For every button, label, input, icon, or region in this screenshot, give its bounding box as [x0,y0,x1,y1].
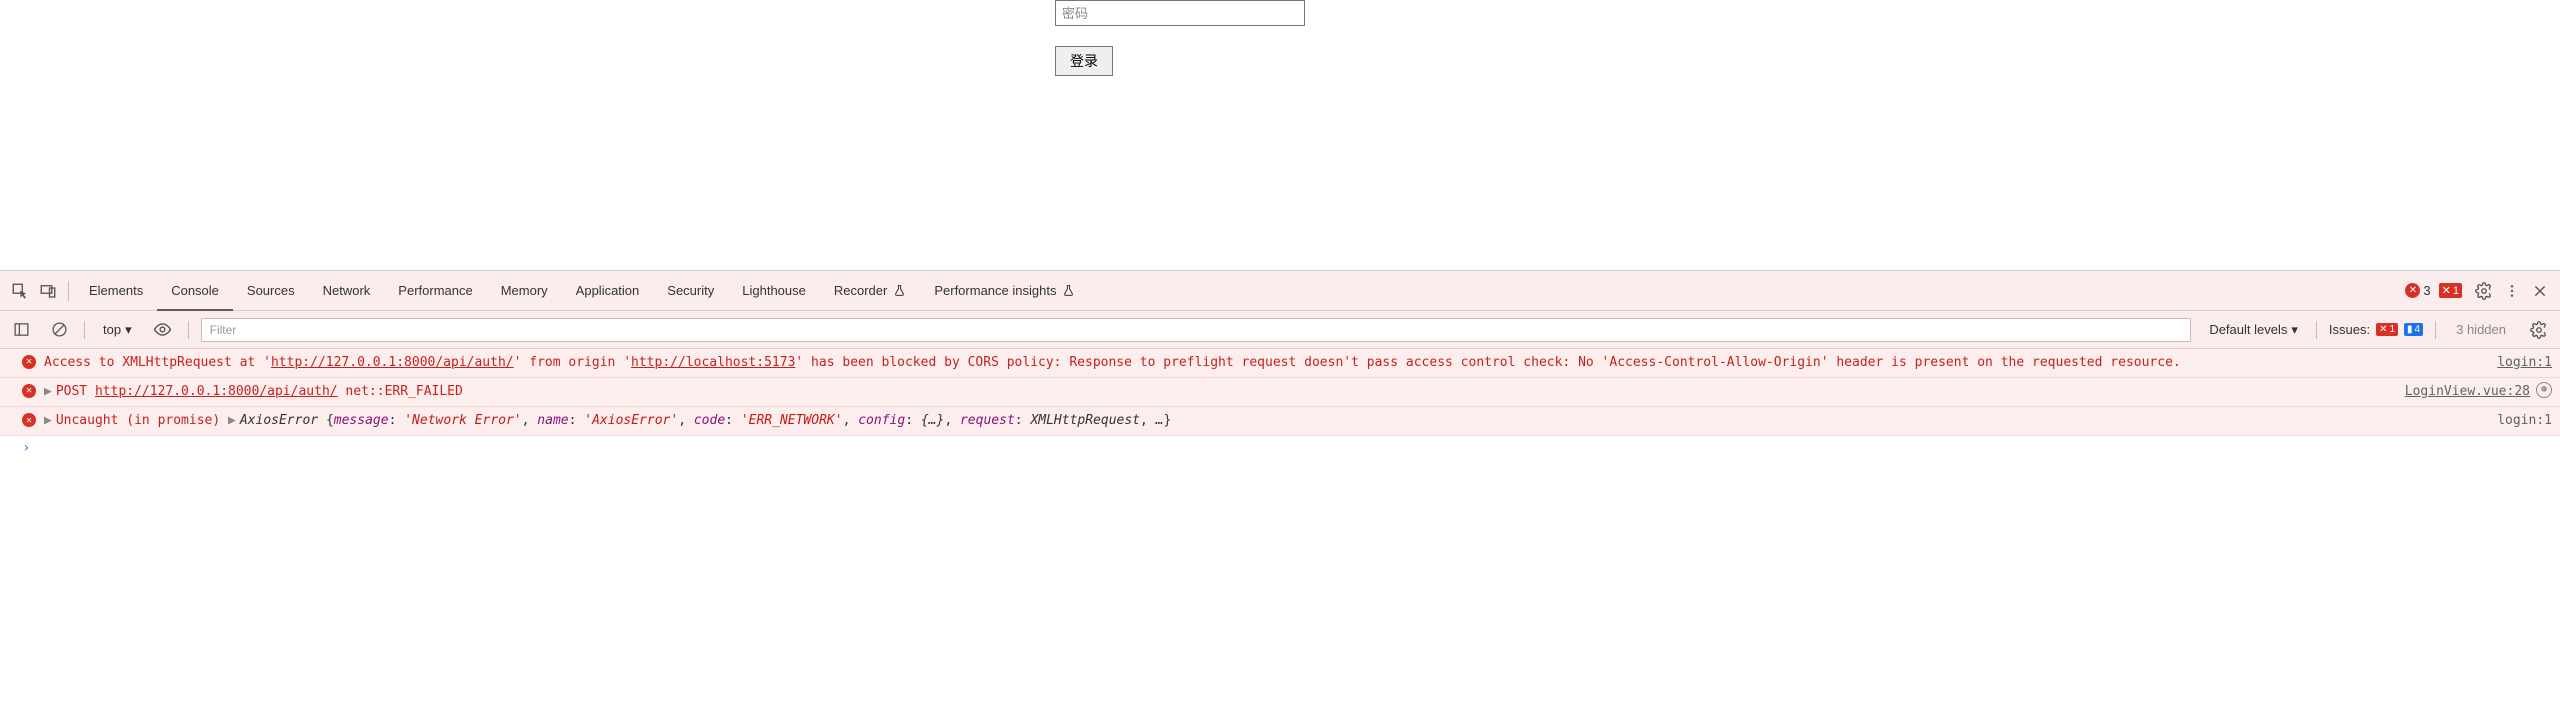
tab-recorder[interactable]: Recorder [820,271,920,310]
levels-label: Default levels [2209,322,2287,337]
console-error-row[interactable]: ✕ ▶Uncaught (in promise) ▶AxiosError {me… [0,407,2560,436]
clear-console-icon[interactable] [46,317,72,343]
context-value: top [103,322,121,337]
error-square-icon: ✕ 1 [2439,283,2462,298]
error-message-body: ▶Uncaught (in promise) ▶AxiosError {mess… [22,411,2485,431]
source-link[interactable]: login:1 [2497,411,2552,431]
error-message-body: ▶POST http://127.0.0.1:8000/api/auth/ ne… [22,382,2393,402]
tab-perf-insights-label: Performance insights [934,283,1056,298]
tab-sources[interactable]: Sources [233,271,309,310]
divider [84,321,85,339]
tab-performance[interactable]: Performance [384,271,486,310]
tab-security[interactable]: Security [653,271,728,310]
console-settings-icon[interactable] [2526,317,2552,343]
login-form: 登录 [1055,0,1305,76]
error-icon: ✕ [22,355,36,369]
tab-elements[interactable]: Elements [75,271,157,310]
toggle-sidebar-icon[interactable] [8,317,34,343]
source-link[interactable]: login:1 [2497,353,2552,373]
flask-icon [893,284,906,297]
source-link[interactable]: LoginView.vue:28 [2405,382,2530,402]
error-square-badge[interactable]: ✕ 1 [2439,283,2462,298]
password-field[interactable] [1055,0,1305,26]
context-selector[interactable]: top ▾ [97,320,138,340]
expand-icon[interactable]: ▶ [228,413,236,428]
tab-application[interactable]: Application [562,271,654,310]
tab-network[interactable]: Network [309,271,385,310]
device-toolbar-icon[interactable] [34,277,62,305]
close-icon[interactable] [2526,277,2554,305]
error-count: 3 [2423,283,2430,298]
inspect-element-icon[interactable] [6,277,34,305]
tab-performance-insights[interactable]: Performance insights [920,271,1089,310]
tab-memory[interactable]: Memory [487,271,562,310]
log-levels-selector[interactable]: Default levels ▾ [2203,320,2304,340]
divider [188,321,189,339]
settings-icon[interactable] [2470,277,2498,305]
more-icon[interactable] [2498,277,2526,305]
live-expression-icon[interactable] [150,317,176,343]
issues-info-badge: ▮ 4 [2404,323,2423,336]
issues-label: Issues: [2329,322,2370,337]
flask-icon [1062,284,1075,297]
expand-icon[interactable]: ▶ [44,413,52,428]
console-messages: ✕ Access to XMLHttpRequest at 'http://12… [0,349,2560,460]
url-link[interactable]: http://127.0.0.1:8000/api/auth/ [95,384,338,399]
chevron-down-icon: ▾ [125,322,132,338]
tab-lighthouse[interactable]: Lighthouse [728,271,820,310]
url-link[interactable]: http://localhost:5173 [631,355,795,370]
error-icon: ✕ [2405,283,2420,298]
error-count-badge[interactable]: ✕ 3 [2405,283,2430,298]
divider [2435,321,2436,339]
console-error-row[interactable]: ✕ Access to XMLHttpRequest at 'http://12… [0,349,2560,378]
devtools-tabbar: Elements Console Sources Network Perform… [0,271,2560,311]
url-link[interactable]: http://127.0.0.1:8000/api/auth/ [271,355,514,370]
issues-group[interactable]: Issues: ✕ 1 ▮ 4 [2329,322,2423,337]
console-toolbar: top ▾ Default levels ▾ Issues: ✕ 1 ▮ 4 3… [0,311,2560,349]
divider [68,281,69,301]
devtools-panel: Elements Console Sources Network Perform… [0,270,2560,460]
login-button[interactable]: 登录 [1055,46,1113,76]
webpage-viewport: 登录 [0,0,2560,270]
divider [2316,321,2317,339]
issues-error-badge: ✕ 1 [2376,323,2398,336]
expand-icon[interactable]: ▶ [44,384,52,399]
tab-console[interactable]: Console [157,272,233,311]
external-icon[interactable]: ⊕ [2536,382,2552,398]
tab-recorder-label: Recorder [834,283,887,298]
chevron-down-icon: ▾ [2291,322,2298,338]
error-message-body: Access to XMLHttpRequest at 'http://127.… [22,353,2485,373]
console-error-row[interactable]: ✕ ▶POST http://127.0.0.1:8000/api/auth/ … [0,378,2560,407]
console-prompt[interactable]: › [0,436,2560,460]
filter-input[interactable] [201,318,2192,342]
hidden-count[interactable]: 3 hidden [2456,322,2506,337]
